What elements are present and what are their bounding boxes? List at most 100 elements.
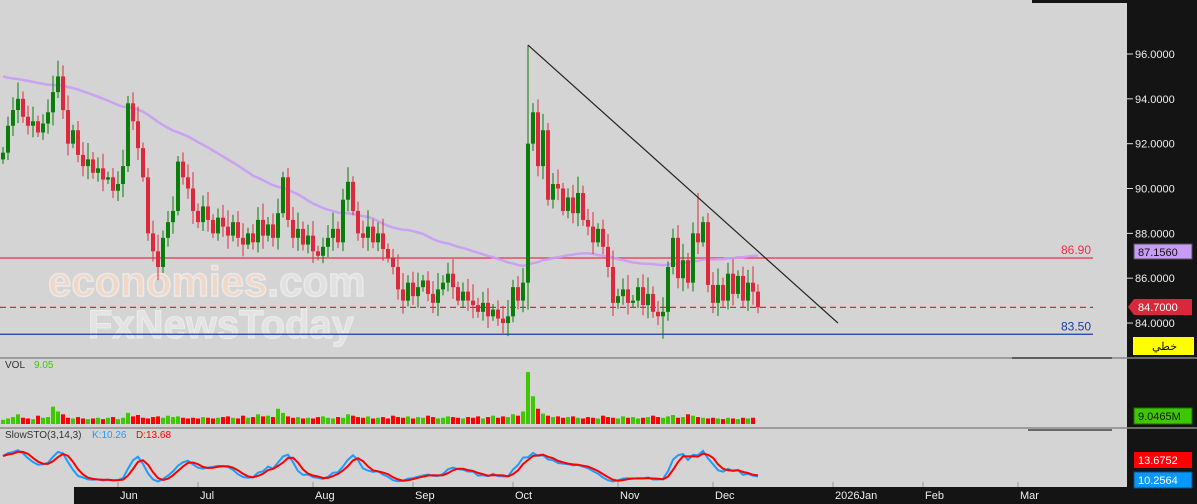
- volume-bar: [516, 415, 520, 424]
- volume-bar: [471, 417, 475, 424]
- volume-bar: [136, 414, 140, 424]
- candle-body: [16, 98, 20, 111]
- volume-bar: [286, 416, 290, 424]
- candle-body: [506, 316, 510, 324]
- candle-body: [756, 291, 760, 308]
- candle-body: [411, 282, 415, 297]
- candle-body: [526, 143, 530, 283]
- volume-bar: [86, 419, 90, 424]
- candle-body: [116, 184, 120, 191]
- candle-body: [616, 296, 620, 303]
- candle-body: [156, 251, 160, 267]
- candle-body: [331, 228, 335, 238]
- candle-body: [386, 249, 390, 259]
- volume-bar: [41, 417, 45, 424]
- volume-bar: [441, 417, 445, 424]
- candle-body: [256, 219, 260, 243]
- volume-bar: [246, 417, 250, 424]
- volume-bar: [346, 414, 350, 424]
- volume-bar: [456, 417, 460, 424]
- candle-body: [41, 123, 45, 133]
- chart-canvas[interactable]: economies.com FxNewsToday 86.90 83.50 96.…: [0, 0, 1197, 504]
- candle-body: [191, 188, 195, 211]
- volume-bar: [106, 417, 110, 424]
- volume-bar: [711, 417, 715, 424]
- candle-body: [276, 213, 280, 238]
- chart-type-label: خطي: [1152, 341, 1177, 353]
- volume-bar: [361, 417, 365, 424]
- candle-body: [211, 219, 215, 234]
- volume-bar: [431, 417, 435, 424]
- volume-bar: [721, 419, 725, 424]
- ma-value: 87.1560: [1138, 247, 1178, 259]
- volume-bar: [491, 415, 495, 424]
- volume-bar: [391, 415, 395, 424]
- candle-body: [536, 112, 540, 167]
- candle-body: [111, 177, 115, 191]
- candle-body: [141, 148, 145, 178]
- volume-bar: [146, 418, 150, 424]
- volume-bar: [26, 418, 30, 424]
- volume-bar: [496, 417, 500, 424]
- candle-body: [556, 184, 560, 189]
- candle-body: [106, 177, 110, 180]
- candle-body: [566, 197, 570, 211]
- candle-body: [241, 237, 245, 245]
- volume-bar: [151, 417, 155, 424]
- volume-bar: [251, 417, 255, 424]
- candle: [546, 122, 550, 206]
- volume-bar: [316, 417, 320, 424]
- volume-bar: [51, 406, 55, 424]
- candle-body: [661, 311, 665, 317]
- candle-body: [206, 206, 210, 220]
- candle-body: [296, 228, 300, 238]
- price-tick-label: 84.0000: [1135, 318, 1175, 330]
- candle-body: [66, 110, 70, 144]
- candle-body: [391, 258, 395, 267]
- volume-bar: [276, 408, 280, 424]
- candle-body: [161, 237, 165, 267]
- candle-body: [6, 125, 10, 153]
- time-tick-label: Mar: [1020, 490, 1039, 502]
- time-tick-label: Sep: [415, 490, 435, 502]
- candle-body: [216, 217, 220, 234]
- candle-body: [366, 226, 370, 238]
- volume-bar: [356, 417, 360, 424]
- volume-bar: [291, 417, 295, 424]
- price-tick-label: 86.0000: [1135, 273, 1175, 285]
- candle-body: [126, 103, 130, 167]
- time-tick-label: Oct: [515, 490, 532, 502]
- candle-body: [636, 287, 640, 301]
- candle-body: [146, 177, 150, 234]
- candle-body: [346, 181, 350, 200]
- candle-body: [321, 246, 325, 256]
- volume-bar: [581, 418, 585, 424]
- candle-body: [736, 275, 740, 294]
- price-tick-label: 92.0000: [1135, 139, 1175, 151]
- candle-body: [491, 309, 495, 317]
- time-tick-label: Jul: [200, 490, 214, 502]
- candle-body: [516, 287, 520, 301]
- volume-bar: [476, 416, 480, 424]
- volume-bar: [261, 416, 265, 424]
- candle-body: [376, 233, 380, 243]
- candle-body: [576, 193, 580, 214]
- volume-bar: [666, 416, 670, 424]
- candle-body: [706, 222, 710, 285]
- candle-body: [751, 282, 755, 292]
- candle-body: [496, 309, 500, 319]
- stochastic-d-value: 13.6752: [1138, 455, 1178, 467]
- time-tick-label: 2026Jan: [835, 490, 877, 502]
- candle-body: [461, 291, 465, 301]
- candle-body: [531, 112, 535, 144]
- candle-body: [221, 217, 225, 227]
- candle-body: [251, 233, 255, 243]
- volume-bar: [651, 415, 655, 424]
- candle-body: [201, 206, 205, 223]
- candle-body: [416, 287, 420, 297]
- candle-body: [151, 233, 155, 252]
- volume-bar: [531, 396, 535, 424]
- candle-body: [481, 302, 485, 312]
- volume-bar: [561, 417, 565, 424]
- candle-body: [286, 177, 290, 220]
